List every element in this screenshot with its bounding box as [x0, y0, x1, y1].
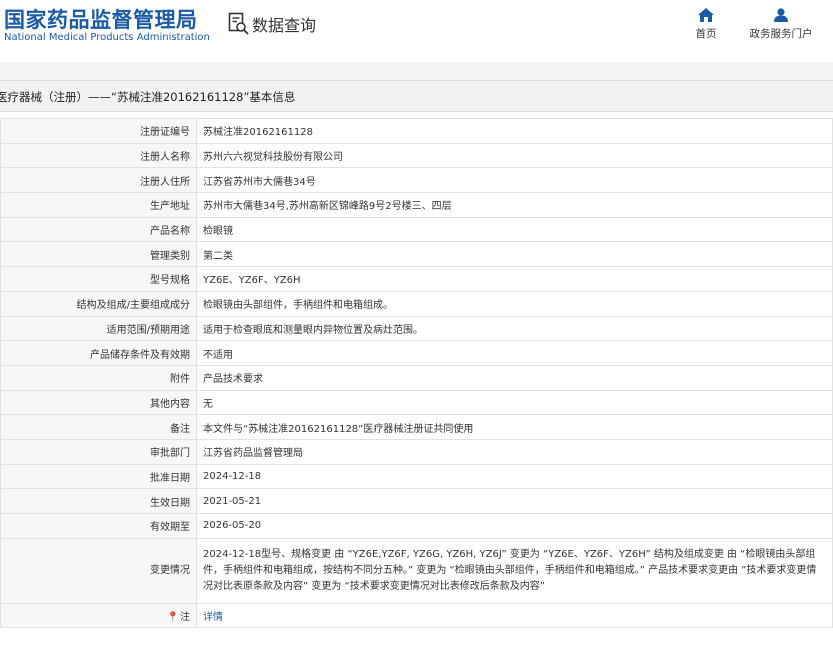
table-row: 产品储存条件及有效期 不适用 [0, 340, 833, 366]
row-label: 附件 [0, 364, 197, 391]
nav-service-portal[interactable]: 政务服务门户 [744, 8, 818, 41]
row-label: 变更情况 [0, 537, 197, 604]
pin-icon: 📍 [166, 612, 179, 624]
row-label: 产品储存条件及有效期 [0, 340, 197, 366]
row-value: 无 [196, 389, 833, 416]
user-icon [774, 8, 788, 22]
row-value: 检眼镜 [196, 216, 833, 243]
row-value: 第二类 [196, 241, 833, 268]
row-label: 生产地址 [0, 192, 197, 218]
row-value: 适用于检查眼底和测量眼内异物位置及病灶范围。 [196, 315, 833, 342]
table-row: 其他内容无 [0, 389, 833, 416]
row-value: 产品技术要求 [196, 364, 833, 391]
logo-en[interactable]: National Medical Products Administration [4, 32, 210, 43]
row-value: 江苏省苏州市大儒巷34号 [196, 167, 833, 194]
table-row: 注册人住所 江苏省苏州市大儒巷34号 [0, 167, 833, 194]
table-row: 审批部门 江苏省药品监督管理局 [0, 438, 833, 465]
row-label: 备注 [0, 414, 197, 440]
row-value: 2026-05-20 [196, 513, 833, 539]
details-link[interactable]: 详情 [203, 612, 223, 623]
table-row: 批准日期 2024-12-18 [0, 463, 833, 490]
row-label: 产品名称 [0, 216, 197, 243]
note-label-cell: 📍注 [0, 602, 197, 629]
table-row: 生产地址 苏州市大儒巷34号,苏州高新区锦峰路9号2号楼三、四层 [0, 192, 833, 218]
header-divider [0, 62, 833, 80]
row-label: 批准日期 [0, 463, 197, 490]
table-row: 注册证编号 苏械注准20162161128 [0, 118, 833, 144]
row-value: 苏州市大儒巷34号,苏州高新区锦峰路9号2号楼三、四层 [196, 192, 833, 218]
row-label: 生效日期 [0, 488, 197, 514]
row-value: 苏械注准20162161128 [196, 118, 833, 144]
row-label: 型号规格 [0, 266, 197, 292]
nav-home-label: 首页 [695, 28, 717, 40]
row-value: YZ6E、YZ6F、YZ6H [196, 266, 833, 292]
row-value: 不适用 [196, 340, 833, 366]
logo-cn[interactable]: 国家药品监督管理局 [4, 4, 198, 34]
table-row: 产品名称 检眼镜 [0, 216, 833, 243]
row-value: 检眼镜由头部组件，手柄组件和电箱组成。 [196, 290, 833, 317]
row-value: 苏州六六视觉科技股份有限公司 [196, 142, 833, 169]
info-table: 注册证编号 苏械注准20162161128 注册人名称 苏州六六视觉科技股份有限公司… [0, 118, 833, 629]
row-value: 本文件与“苏械注准20162161128”医疗器械注册证共同使用 [196, 414, 833, 440]
table-row: 附件 产品技术要求 [0, 364, 833, 391]
table-row: 备注 本文件与“苏械注准20162161128”医疗器械注册证共同使用 [0, 414, 833, 440]
row-label: 其他内容 [0, 389, 197, 416]
table-row: 注册人名称 苏州六六视觉科技股份有限公司 [0, 142, 833, 169]
home-icon [698, 8, 714, 22]
row-value: 2021-05-21 [196, 488, 833, 514]
row-value: 2024-12-18型号、规格变更 由 “YZ6E,YZ6F, YZ6G, YZ… [196, 537, 833, 604]
row-label: 审批部门 [0, 438, 197, 465]
row-label: 注册人住所 [0, 167, 197, 194]
row-label: 管理类别 [0, 241, 197, 268]
site-header: 国家药品监督管理局 National Medical Products Admi… [0, 0, 833, 62]
record-title-bar: 医疗器械（注册）——“苏械注准20162161128”基本信息 [0, 80, 833, 112]
row-label: 结构及组成/主要组成成分 [0, 290, 197, 317]
table-row: 管理类别 第二类 [0, 241, 833, 268]
table-row: 结构及组成/主要组成成分 检眼镜由头部组件，手柄组件和电箱组成。 [0, 290, 833, 317]
data-query-label: 数据查询 [252, 16, 317, 35]
data-query-link[interactable]: 数据查询 [228, 12, 316, 36]
row-label: 注册人名称 [0, 142, 197, 169]
nav-home[interactable]: 首页 [692, 8, 720, 41]
search-document-icon [228, 12, 249, 35]
row-label: 有效期至 [0, 513, 197, 539]
table-row: 适用范围/预期用途 适用于检查眼底和测量眼内异物位置及病灶范围。 [0, 315, 833, 342]
row-label: 注册证编号 [0, 118, 197, 144]
nav-portal-label: 政务服务门户 [749, 28, 813, 40]
row-label: 适用范围/预期用途 [0, 315, 197, 342]
table-row: 有效期至 2026-05-20 [0, 513, 833, 539]
note-value-cell: 详情 [196, 602, 833, 629]
table-row: 生效日期 2021-05-21 [0, 488, 833, 514]
note-label: 注 [180, 612, 190, 624]
row-value: 江苏省药品监督管理局 [196, 438, 833, 465]
table-row-note: 📍注 详情 [0, 602, 833, 629]
row-value: 2024-12-18 [196, 463, 833, 490]
record-title: 医疗器械（注册）——“苏械注准20162161128”基本信息 [0, 90, 296, 104]
table-row: 变更情况 2024-12-18型号、规格变更 由 “YZ6E,YZ6F, YZ6G… [0, 537, 833, 604]
table-row: 型号规格 YZ6E、YZ6F、YZ6H [0, 266, 833, 292]
